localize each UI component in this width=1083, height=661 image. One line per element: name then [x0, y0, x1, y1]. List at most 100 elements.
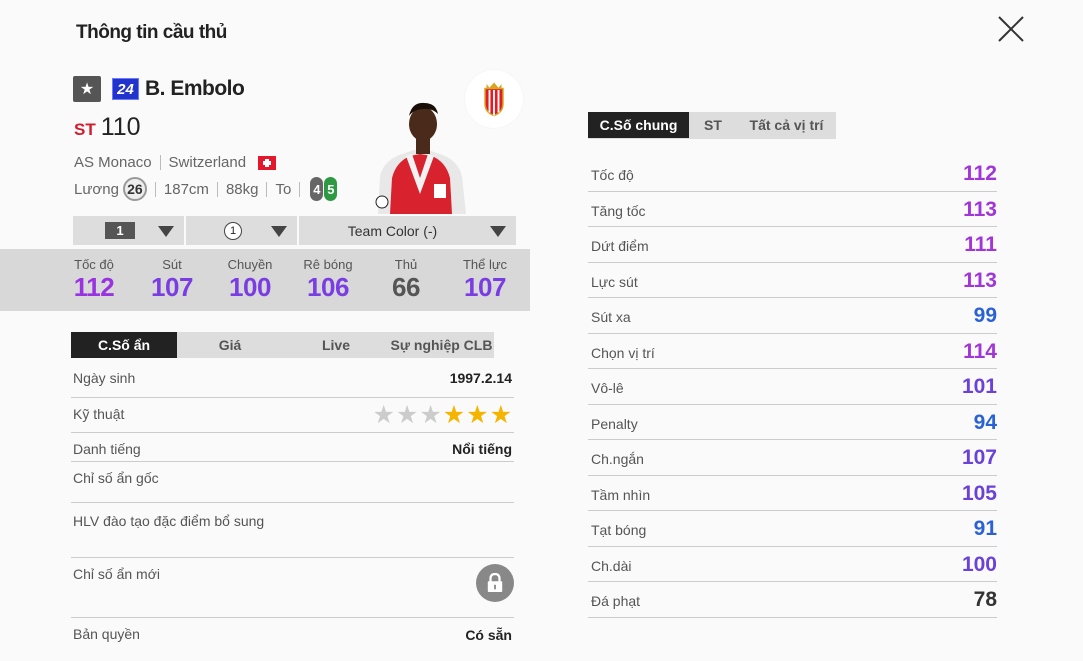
attribute-value: 100: [961, 552, 997, 576]
team-color-value: Team Color (-): [347, 222, 438, 239]
team-color-rank-select[interactable]: 1: [186, 216, 297, 245]
stat-physical: Thể lực 107: [445, 257, 525, 303]
attribute-label: Vô-lê: [591, 380, 624, 396]
reputation-label: Danh tiếng: [73, 441, 141, 457]
tab-position-st[interactable]: ST: [689, 112, 737, 138]
divider: [154, 181, 156, 197]
divider: [159, 155, 161, 170]
attribute-value: 99: [973, 304, 997, 327]
attribute-row: Sút xa 99: [588, 298, 997, 334]
tab-general-stats[interactable]: C.Số chung: [588, 112, 689, 138]
attribute-label: Đá phạt: [591, 593, 641, 609]
rights-value: Có sẵn: [465, 627, 512, 643]
attribute-label: Sút xa: [591, 309, 631, 325]
attribute-value: 113: [963, 268, 997, 292]
attribute-value: 111: [964, 233, 997, 256]
chevron-down-icon: [271, 226, 287, 237]
attribute-value: 112: [963, 162, 997, 185]
rank-value: 1: [224, 222, 242, 240]
attribute-row: Dứt điểm 111: [588, 227, 997, 263]
monaco-crest-icon: [484, 82, 504, 117]
attribute-label: Chọn vị trí: [591, 344, 655, 361]
list-item: Chỉ số ẩn mới: [71, 558, 514, 618]
stat-label: Chuyền: [227, 257, 273, 272]
chevron-down-icon: [158, 226, 174, 237]
attribute-label: Tốc độ: [591, 167, 634, 183]
attribute-value: 105: [961, 481, 997, 505]
stat-label: Thủ: [394, 257, 418, 272]
close-icon: [998, 16, 1024, 42]
stat-pace: Tốc độ 112: [54, 257, 134, 303]
position-label: ST: [74, 120, 96, 139]
attribute-row: Tầm nhìn 105: [588, 476, 997, 511]
tab-club-career[interactable]: Sự nghiệp CLB: [389, 332, 494, 358]
tab-all-positions[interactable]: Tất cả vị trí: [737, 112, 836, 138]
height-value: 187cm: [163, 180, 209, 198]
page-title: Thông tin cầu thủ: [76, 22, 227, 43]
list-item: Danh tiếng Nổi tiếng: [71, 433, 514, 462]
stat-value: 112: [73, 272, 115, 302]
star-empty-icon: ★: [419, 401, 442, 429]
right-tab-bar: C.Số chung ST Tất cả vị trí: [588, 112, 836, 139]
team-color-select[interactable]: Team Color (-): [299, 216, 516, 245]
weak-foot-value: 4: [310, 177, 324, 201]
chevron-down-icon: [490, 226, 506, 237]
attribute-row: Ch.dài 100: [588, 547, 997, 582]
attribute-label: Penalty: [591, 415, 638, 432]
tab-price[interactable]: Giá: [177, 332, 283, 358]
list-item: HLV đào tạo đặc điểm bổ sung: [71, 503, 514, 558]
stat-value: 107: [151, 272, 193, 302]
salary-badge: 26: [122, 177, 147, 201]
list-item: Ngày sinh 1997.2.14: [71, 360, 514, 398]
stat-dribbling: Rê bóng 106: [288, 257, 368, 303]
star-empty-icon: ★: [395, 401, 419, 429]
coach-traits-label: HLV đào tạo đặc điểm bổ sung: [73, 513, 265, 529]
build-value: To: [275, 180, 292, 198]
level-value: 1: [105, 222, 135, 239]
skill-stars: ★ ★ ★ ★ ★ ★: [371, 400, 512, 430]
new-hidden-label: Chỉ số ẩn mới: [73, 566, 160, 582]
attribute-row: Tạt bóng 91: [588, 511, 997, 547]
position-ovr: ST 110: [74, 113, 141, 142]
lock-button[interactable]: [476, 564, 514, 602]
attribute-value: 91: [973, 517, 997, 540]
attribute-label: Lực sút: [591, 273, 638, 290]
stat-value: 106: [307, 272, 349, 302]
list-item: Bản quyền Có sẵn: [71, 618, 514, 652]
tab-live[interactable]: Live: [283, 332, 389, 358]
main-stats-bar: Tốc độ 112 Sút 107 Chuyền 100 Rê bóng 10…: [0, 249, 530, 311]
list-item: Chỉ số ẩn gốc: [71, 462, 514, 503]
reputation-value: Nổi tiếng: [452, 441, 512, 457]
attribute-label: Tăng tốc: [591, 202, 646, 219]
foot-indicator: 4 5: [310, 177, 338, 201]
player-photo: [370, 98, 470, 214]
attribute-row: Chọn vị trí 114: [588, 334, 997, 369]
divider: [266, 181, 268, 197]
nation-name: Switzerland: [168, 154, 247, 171]
divider: [216, 181, 218, 197]
list-item: Kỹ thuật ★ ★ ★ ★ ★ ★: [71, 398, 514, 433]
attribute-row: Penalty 94: [588, 405, 997, 440]
overall-rating: 110: [100, 113, 141, 141]
swiss-flag-icon: [258, 155, 277, 170]
star-filled-icon: ★: [442, 401, 466, 429]
stat-value: 100: [229, 272, 271, 302]
favorite-star-icon[interactable]: ★: [73, 76, 101, 102]
lock-icon: [487, 573, 503, 592]
weight-value: 88kg: [225, 180, 259, 198]
attribute-value: 78: [973, 588, 997, 611]
level-select[interactable]: 1: [73, 216, 184, 245]
birth-label: Ngày sinh: [73, 370, 136, 386]
salary-label: Lương: [74, 180, 119, 198]
stat-label: Thể lực: [462, 257, 508, 272]
tab-hidden-stats[interactable]: C.Số ẩn: [71, 332, 177, 358]
stat-defending: Thủ 66: [366, 257, 446, 303]
attribute-label: Dứt điểm: [591, 238, 649, 254]
close-button[interactable]: [996, 14, 1026, 44]
player-name-row: ★ 24 B. Embolo: [73, 76, 245, 102]
attribute-row: Đá phạt 78: [588, 582, 997, 618]
skill-label: Kỹ thuật: [73, 406, 125, 422]
physical-info-row: Lương 26 187cm 88kg To 4 5: [74, 177, 338, 201]
attribute-row: Lực sút 113: [588, 263, 997, 298]
attribute-value: 101: [961, 375, 997, 398]
